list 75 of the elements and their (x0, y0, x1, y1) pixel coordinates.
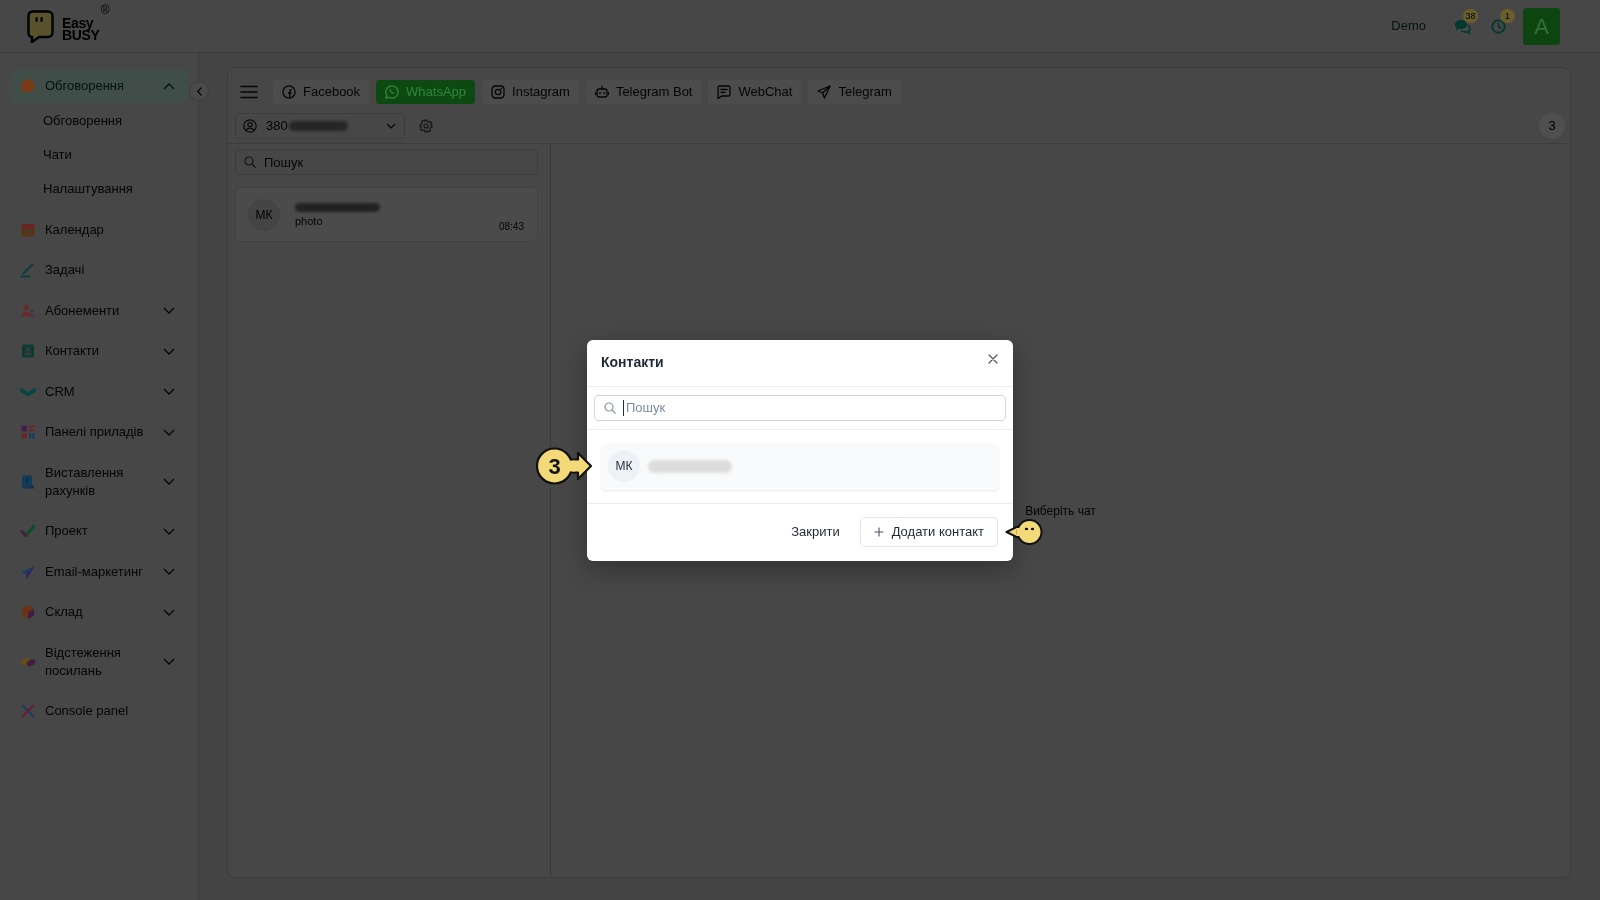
chat-bubble-icon (20, 78, 36, 94)
paper-plane-icon (20, 563, 36, 580)
sidebar-subitem[interactable]: Обговорення (10, 104, 188, 138)
invoice-icon (20, 473, 36, 490)
logo-text: Easy BUSY (62, 17, 100, 41)
logo-icon (27, 9, 54, 43)
dialog-title: Контакти (601, 353, 664, 372)
message-time: 08:43 (498, 220, 524, 234)
chevron-down-icon (386, 123, 396, 129)
chat-item[interactable]: МК photo 08:43 (235, 187, 538, 242)
sidebar-item[interactable]: Контакти (10, 334, 188, 368)
close-button[interactable] (987, 353, 998, 365)
add-contact-button[interactable]: Додати контакт (859, 517, 998, 547)
user-name[interactable]: Demo (1391, 16, 1426, 36)
sidebar-item[interactable]: Проект (10, 514, 188, 548)
paper-plane-icon (817, 85, 832, 99)
channel-tab[interactable]: Facebook (273, 80, 370, 104)
close-icon (987, 354, 998, 364)
channel-tab[interactable]: Instagram (482, 80, 579, 104)
sidebar-subitem[interactable]: Налаштування (10, 172, 188, 206)
plus-icon (873, 527, 884, 537)
count-badge: 1 (1500, 8, 1515, 23)
channel-tab[interactable]: WebChat (708, 80, 802, 104)
contact-item[interactable]: МК (601, 442, 999, 490)
sidebar-item[interactable]: CRM (10, 374, 188, 409)
channel-tab[interactable]: Telegram (808, 80, 901, 104)
contact-avatar: МК (608, 450, 640, 482)
sidebar-item[interactable]: Задачі (10, 253, 188, 287)
channel-tab[interactable]: Telegram Bot (585, 80, 702, 104)
clock-icon[interactable] (1491, 18, 1506, 34)
calendar-icon (20, 221, 36, 238)
menu-button[interactable] (240, 85, 258, 99)
check-icon (20, 523, 36, 539)
sidebar-item[interactable]: Склад (10, 595, 188, 629)
sidebar-item[interactable]: Панелі приладів (10, 415, 188, 449)
pointer-face-icon (1005, 518, 1043, 546)
chat-bubbles-icon[interactable] (1454, 18, 1471, 34)
camera-icon (491, 85, 506, 99)
registered-mark: ® (100, 4, 110, 16)
redacted-text (288, 121, 348, 131)
sidebar-subitem[interactable]: Чати (10, 138, 188, 172)
robot-icon (594, 85, 609, 99)
empty-chat-message: Виберіть чат (1025, 502, 1096, 520)
sidebar-item[interactable]: Email-маркетинг (10, 554, 188, 589)
message-preview: photo (295, 214, 324, 227)
channel-tab[interactable]: WhatsApp (376, 80, 476, 104)
search-icon (244, 156, 256, 168)
sidebar-item[interactable]: Обговорення (10, 69, 188, 103)
contact-avatar: МК (248, 198, 280, 231)
contact-card-icon (20, 343, 36, 359)
user-circle-icon (243, 119, 257, 133)
sidebar-item[interactable]: Виставлення рахунків (10, 455, 188, 508)
hexagon-icon (20, 604, 36, 620)
account-number: 380 (266, 117, 288, 136)
people-icon (20, 302, 36, 319)
sidebar-item[interactable]: Абонементи (10, 293, 188, 328)
collapse-sidebar-button[interactable] (189, 81, 209, 101)
sidebar-item[interactable]: Відстеження посилань (10, 635, 188, 688)
chevron-left-icon (196, 86, 202, 96)
pen-icon (20, 262, 36, 278)
sidebar-item[interactable]: Календар (10, 212, 188, 247)
search-icon (604, 401, 616, 414)
sidebar-item[interactable]: Console panel (10, 694, 188, 728)
unread-count: 3 (1539, 113, 1565, 139)
letter-f-circle-icon (282, 85, 296, 99)
search-field[interactable]: Пошук (235, 149, 538, 175)
settings-button[interactable] (419, 119, 433, 133)
phone-bubble-icon (385, 85, 400, 99)
dashboard-grid-icon (20, 424, 36, 440)
count-badge: 38 (1463, 8, 1478, 23)
menu-icon (240, 85, 258, 99)
account-select[interactable]: 380 (235, 113, 405, 139)
close-dialog-button[interactable]: Закрити (789, 517, 842, 547)
settings-icon (419, 119, 433, 133)
tools-icon (20, 703, 36, 719)
